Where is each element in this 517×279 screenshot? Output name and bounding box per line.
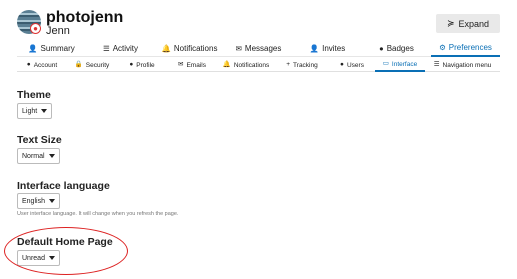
default-home-page-select[interactable]: Unread bbox=[17, 250, 60, 266]
tab-label: Notifications bbox=[173, 44, 218, 53]
subtab-label: Emails bbox=[186, 61, 206, 69]
text-size-select[interactable]: Normal bbox=[17, 148, 60, 164]
subtab-profile[interactable]: ● Profile bbox=[117, 58, 167, 72]
caret-down-icon bbox=[41, 109, 48, 113]
theme-label: Theme bbox=[17, 89, 51, 101]
subtab-users[interactable]: ● Users bbox=[329, 58, 375, 72]
certificate-icon: ● bbox=[379, 43, 384, 53]
subtab-label: Security bbox=[85, 61, 110, 69]
tab-notifications[interactable]: 🔔 Notifications bbox=[155, 40, 224, 57]
users-icon: ● bbox=[340, 60, 344, 68]
expand-button[interactable]: ≽ Expand bbox=[436, 14, 500, 33]
interface-language-value: English bbox=[22, 197, 45, 205]
subtab-label: Account bbox=[33, 61, 58, 69]
desktop-icon: ▭ bbox=[382, 59, 389, 67]
expand-label: Expand bbox=[458, 18, 490, 29]
primary-nav: 👤 Summary ☰ Activity 🔔 Notifications ✉ M… bbox=[17, 40, 500, 57]
interface-language-help: User interface language. It will change … bbox=[17, 211, 179, 217]
list-icon: ☰ bbox=[102, 43, 110, 53]
bell-icon: 🔔 bbox=[222, 60, 231, 68]
bell-icon: 🔔 bbox=[161, 43, 171, 53]
user-plus-icon: 👤 bbox=[309, 43, 320, 53]
interface-language-label: Interface language bbox=[17, 180, 110, 192]
tab-label: Badges bbox=[386, 44, 414, 53]
bars-icon: ☰ bbox=[433, 60, 440, 68]
subtab-security[interactable]: 🔒 Security bbox=[67, 58, 117, 72]
user-icon: ● bbox=[129, 60, 134, 68]
chevrons-down-icon: ≽ bbox=[446, 18, 455, 28]
caret-down-icon bbox=[48, 199, 55, 203]
text-size-label: Text Size bbox=[17, 134, 62, 146]
caret-down-icon bbox=[48, 154, 55, 158]
user-icon: ● bbox=[26, 60, 31, 68]
subtab-emails[interactable]: ✉ Emails bbox=[167, 58, 217, 72]
default-home-page-label: Default Home Page bbox=[17, 236, 113, 248]
subtab-interface[interactable]: ▭ Interface bbox=[375, 58, 425, 72]
caret-down-icon bbox=[48, 256, 55, 260]
tab-invites[interactable]: 👤 Invites bbox=[293, 40, 362, 57]
tab-activity[interactable]: ☰ Activity bbox=[86, 40, 155, 57]
tab-preferences[interactable]: ⚙ Preferences bbox=[431, 40, 500, 57]
theme-value: Light bbox=[22, 107, 38, 115]
interface-language-select[interactable]: English bbox=[17, 193, 60, 209]
subtab-label: Notifications bbox=[233, 61, 270, 69]
tab-label: Activity bbox=[112, 44, 139, 53]
tab-label: Invites bbox=[322, 44, 346, 53]
tab-label: Summary bbox=[40, 44, 75, 53]
secondary-nav: ● Account 🔒 Security ● Profile ✉ Emails … bbox=[17, 58, 500, 72]
tab-label: Preferences bbox=[448, 43, 492, 52]
subtab-navigation-menu[interactable]: ☰ Navigation menu bbox=[425, 58, 500, 72]
full-name: Jenn bbox=[46, 25, 70, 37]
envelope-icon: ✉ bbox=[235, 43, 242, 53]
avatar-status-icon: ● bbox=[30, 23, 41, 34]
envelope-icon: ✉ bbox=[178, 60, 184, 68]
default-home-page-value: Unread bbox=[22, 254, 45, 262]
user-icon: 👤 bbox=[28, 43, 38, 53]
tab-summary[interactable]: 👤 Summary bbox=[17, 40, 86, 57]
theme-select[interactable]: Light bbox=[17, 103, 53, 119]
lock-icon: 🔒 bbox=[74, 60, 83, 68]
tab-badges[interactable]: ● Badges bbox=[362, 40, 431, 57]
cog-icon: ⚙ bbox=[439, 42, 446, 52]
subtab-tracking[interactable]: + Tracking bbox=[275, 58, 329, 72]
subtab-account[interactable]: ● Account bbox=[17, 58, 67, 72]
plus-icon: + bbox=[286, 60, 291, 68]
subtab-label: Users bbox=[346, 61, 364, 69]
subtab-label: Navigation menu bbox=[442, 61, 492, 69]
subtab-label: Interface bbox=[391, 60, 418, 68]
tab-label: Messages bbox=[244, 44, 282, 53]
subtab-label: Profile bbox=[136, 61, 155, 69]
subtab-notifications[interactable]: 🔔 Notifications bbox=[217, 58, 275, 72]
subtab-label: Tracking bbox=[293, 61, 318, 69]
tab-messages[interactable]: ✉ Messages bbox=[224, 40, 293, 57]
user-header: ● photojenn Jenn ≽ Expand bbox=[0, 0, 517, 40]
text-size-value: Normal bbox=[22, 152, 45, 160]
